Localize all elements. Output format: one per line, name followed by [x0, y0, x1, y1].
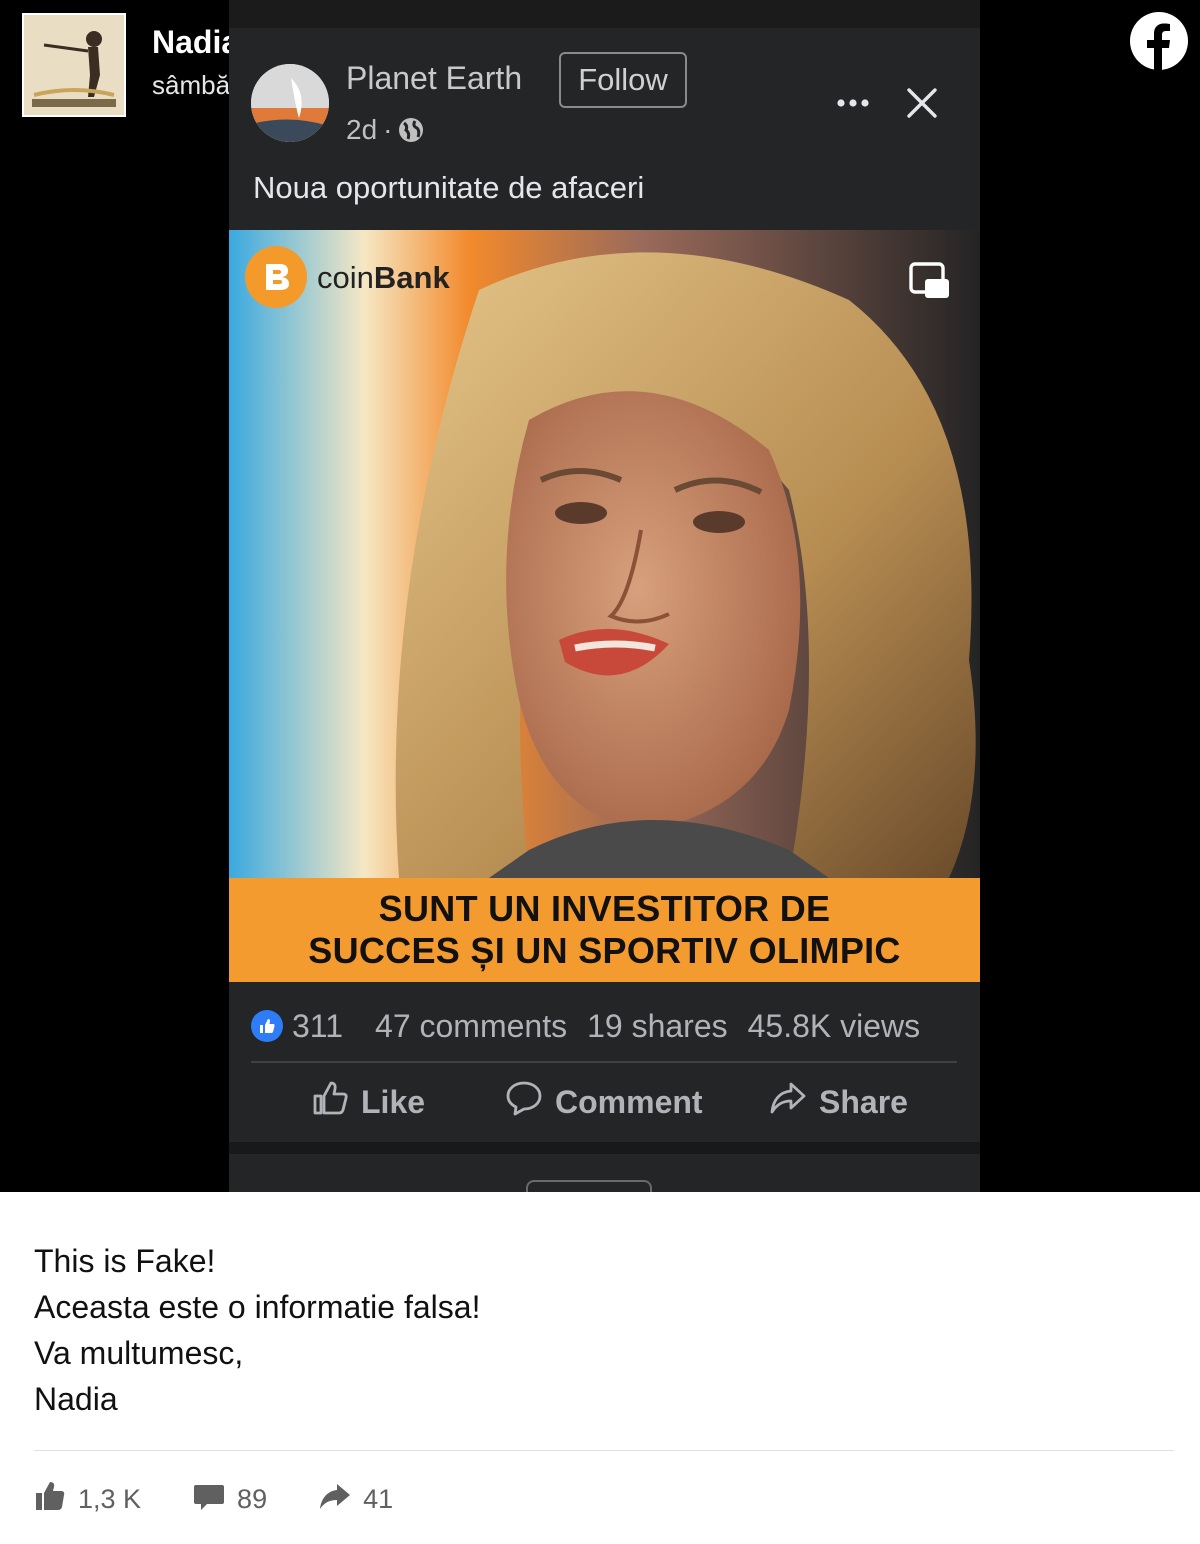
comment-count[interactable]: 47 comments	[375, 1008, 567, 1045]
message-line: Nadia	[34, 1381, 118, 1417]
post-footer-stats: 1,3 K 89 41	[34, 1476, 393, 1522]
like-icon	[34, 1480, 66, 1519]
banner-line-1: SUNT UN INVESTITOR DE	[378, 888, 831, 929]
coinbank-logo-icon	[245, 246, 307, 308]
share-label: Share	[819, 1083, 908, 1120]
share-button[interactable]: Share	[769, 1070, 908, 1134]
brand-name: coinBank	[317, 260, 450, 296]
comment-button[interactable]: Comment	[505, 1070, 703, 1134]
message-line: This is Fake!	[34, 1243, 216, 1279]
post-message: This is Fake! Aceasta este o informatie …	[34, 1238, 480, 1422]
meta-separator: ·	[383, 114, 393, 145]
view-count: 45.8K views	[747, 1007, 921, 1044]
like-button[interactable]: Like	[311, 1070, 425, 1134]
footer-likes[interactable]: 1,3 K	[34, 1480, 141, 1519]
author-avatar[interactable]	[22, 13, 126, 117]
page-name[interactable]: Planet Earth	[346, 60, 522, 97]
share-icon	[769, 1079, 807, 1125]
embedded-post-screenshot: Planet Earth Follow 2d · Noua oportunita…	[229, 0, 980, 1192]
facebook-logo-icon	[1130, 12, 1188, 70]
comment-label: Comment	[555, 1083, 703, 1120]
like-reaction-icon	[251, 1010, 283, 1042]
footer-comments[interactable]: 89	[193, 1480, 267, 1519]
globe-icon	[398, 117, 424, 143]
footer-comment-count: 89	[237, 1483, 268, 1514]
page-avatar[interactable]	[251, 64, 329, 142]
like-label: Like	[361, 1083, 426, 1120]
post-actions: Like Comment Share	[229, 1070, 980, 1134]
next-post-handle	[526, 1180, 652, 1192]
share-icon	[319, 1480, 351, 1519]
comment-icon	[505, 1079, 543, 1125]
like-icon	[311, 1079, 349, 1125]
footer-shares[interactable]: 41	[319, 1480, 393, 1519]
video-frame-image	[229, 230, 980, 878]
footer-share-count: 41	[363, 1483, 394, 1514]
more-options-icon[interactable]	[833, 88, 873, 118]
share-count[interactable]: 19 shares	[587, 1008, 728, 1045]
video-caption-banner: SUNT UN INVESTITOR DE SUCCES ȘI UN SPORT…	[229, 878, 980, 982]
follow-button[interactable]: Follow	[559, 52, 687, 108]
next-post-separator	[229, 1142, 980, 1154]
comment-icon	[193, 1480, 225, 1519]
video-player[interactable]: coinBank	[229, 230, 980, 878]
post-age: 2d	[346, 114, 378, 145]
message-line: Aceasta este o informatie falsa!	[34, 1289, 481, 1325]
brand-name-prefix: coin	[317, 260, 374, 295]
banner-line-2: SUCCES ȘI UN SPORTIV OLIMPIC	[308, 930, 901, 971]
post-meta: 2d ·	[346, 114, 424, 146]
footer-like-count: 1,3 K	[78, 1483, 142, 1514]
divider	[251, 1061, 957, 1063]
close-icon[interactable]	[905, 86, 939, 120]
picture-in-picture-icon[interactable]	[909, 262, 951, 300]
divider	[34, 1450, 1174, 1451]
post-media[interactable]: Nadia Comaneci sâmbătă Planet Earth Foll…	[0, 0, 1200, 1192]
message-line: Va multumesc,	[34, 1335, 244, 1371]
brand-name-suffix: Bank	[373, 260, 450, 295]
engagement-stats: 311 47 comments 19 shares 45.8K views	[251, 1006, 961, 1046]
post-caption: Noua oportunitate de afaceri	[253, 170, 645, 205]
status-bar	[229, 0, 980, 28]
like-count[interactable]: 311	[292, 1008, 343, 1045]
